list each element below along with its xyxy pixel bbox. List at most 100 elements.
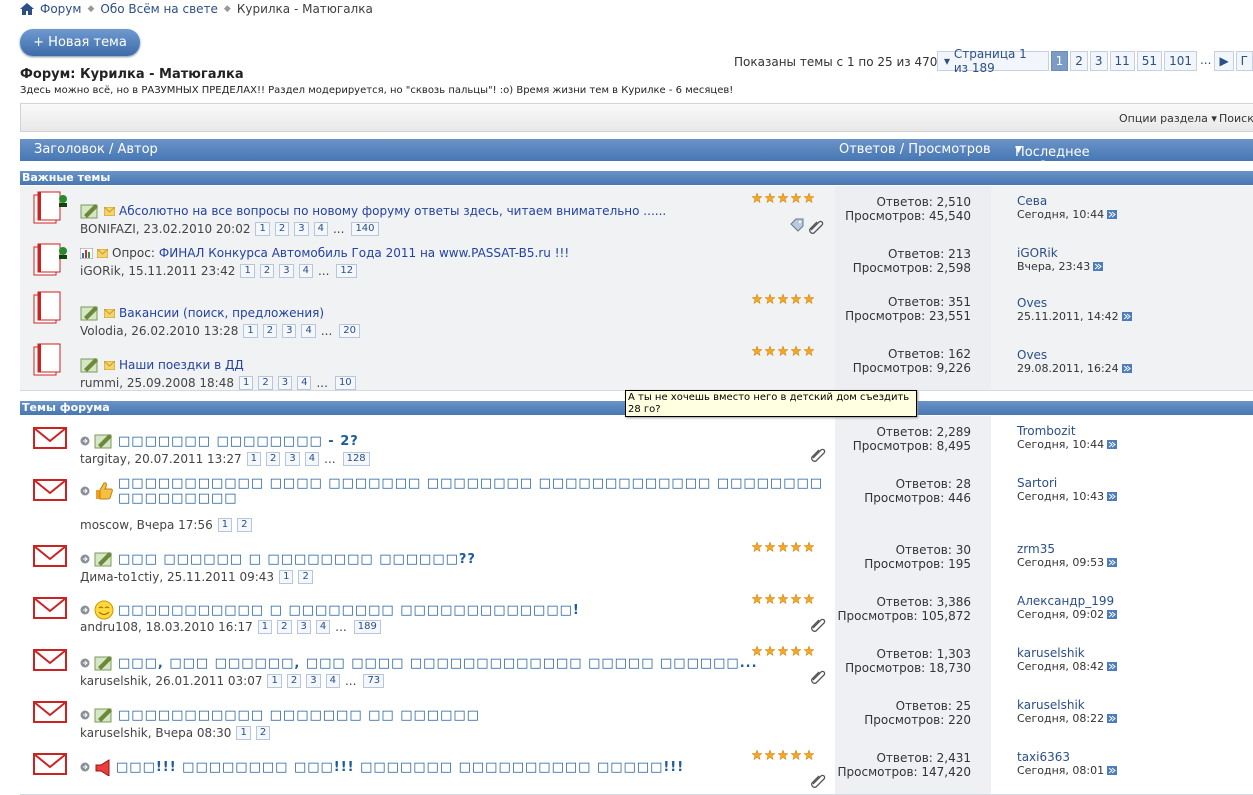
thread-page-link[interactable]: 2 [258, 376, 273, 390]
last-post-user[interactable]: Sartori [1017, 476, 1117, 490]
thread-page-link[interactable]: 4 [315, 620, 331, 634]
thread-title-link[interactable]: □□□□□□□□□□□ □ □□□□□□□□ □□□□□□□□□□□□□! [118, 603, 580, 618]
thread-title-link[interactable]: □□□!!! □□□□□□□□ □□□!!! □□□□□□□ □□□□□□□□□… [116, 760, 684, 775]
go-to-last-post-icon[interactable] [1107, 610, 1118, 619]
thread-title-link[interactable]: Абсолютно на все вопросы по новому форум… [119, 204, 666, 218]
col-title-author[interactable]: Заголовок / Автор [34, 142, 158, 157]
thread-title-link[interactable]: □□□□□□□□□□□ □□□□ □□□□□□□ □□□□□□□□ □□□□□□… [118, 476, 823, 491]
thread-title-link[interactable]: Наши поездки в ДД [119, 358, 244, 372]
thread-page-link[interactable]: 4 [313, 222, 328, 236]
last-post-user[interactable]: Сева [1017, 194, 1117, 208]
go-to-last-post-icon[interactable] [1121, 364, 1132, 373]
go-to-first-unread-icon[interactable] [80, 554, 90, 564]
go-to-first-unread-icon[interactable] [80, 486, 90, 496]
go-to-first-unread-icon[interactable] [80, 605, 90, 615]
thread-page-link[interactable]: 189 [353, 620, 381, 634]
thread-title-link[interactable]: □□□, □□□ □□□□□□, □□□ □□□□ □□□□□□□□□□□□□ … [118, 656, 758, 671]
page-link[interactable]: 11 [1109, 51, 1135, 71]
last-post-user[interactable]: zrm35 [1017, 542, 1117, 556]
go-to-last-post-icon[interactable] [1107, 714, 1118, 723]
last-post-user[interactable]: karuselshik [1017, 646, 1117, 660]
last-post: Trombozit Сегодня, 10:44 [1017, 424, 1118, 451]
thread-page-link[interactable]: 2 [266, 452, 281, 466]
last-post-user[interactable]: karuselshik [1017, 698, 1117, 712]
thread-page-link[interactable]: 1 [240, 264, 255, 278]
go-to-first-unread-icon[interactable] [80, 710, 90, 720]
thread-page-link[interactable]: 1 [246, 452, 261, 466]
new-thread-button[interactable]: + Новая тема [20, 29, 140, 56]
thread-page-link[interactable]: 2 [259, 264, 275, 278]
breadcrumb-category-link[interactable]: Обо Всём на свете [100, 2, 218, 16]
page-dropdown[interactable]: ▾ Страница 1 из 189 [937, 47, 1049, 75]
page-link[interactable]: 3 [1089, 51, 1108, 71]
thread-title-link-continued[interactable]: □□□□□□□□□ [118, 491, 238, 506]
thread-page-link[interactable]: 3 [306, 674, 321, 688]
go-to-last-post-icon[interactable] [1121, 312, 1132, 321]
page-link[interactable]: 51 [1136, 51, 1163, 71]
col-replies-views[interactable]: Ответов / Просмотров [839, 142, 991, 157]
go-to-last-post-icon[interactable] [1107, 210, 1118, 219]
thread-page-link[interactable]: 1 [267, 674, 282, 688]
thread-title-link[interactable]: Вакансии (поиск, предложения) [119, 306, 324, 320]
last-post-user[interactable]: Александр_199 [1017, 594, 1117, 608]
thread-page-link[interactable]: 4 [297, 376, 312, 390]
thread-page-link[interactable]: 2 [298, 570, 313, 584]
thread-page-link[interactable]: 4 [325, 674, 340, 688]
thread-page-link[interactable]: 4 [298, 264, 313, 278]
go-to-last-post-icon[interactable] [1093, 262, 1104, 271]
thread-title-link[interactable]: □□□□□□□□□□□ □□□□□□□ □□ □□□□□□ [118, 708, 480, 723]
go-to-first-unread-icon[interactable] [80, 762, 90, 772]
breadcrumb-forum-link[interactable]: Форум [40, 2, 81, 16]
thread-page-link[interactable]: 3 [282, 324, 297, 338]
page-link-current[interactable]: 1 [1050, 51, 1069, 71]
go-to-first-unread-icon[interactable] [80, 658, 90, 668]
go-to-last-post-icon[interactable] [1107, 492, 1118, 501]
go-to-last-post-icon[interactable] [1107, 558, 1118, 567]
last-post-user[interactable]: Oves [1017, 296, 1132, 310]
thread-page-link[interactable]: 2 [277, 620, 292, 634]
thread-page-link[interactable]: 2 [255, 726, 271, 740]
go-to-last-post-icon[interactable] [1107, 440, 1118, 449]
page-link[interactable]: 101 [1164, 51, 1197, 71]
thread-page-link[interactable]: 1 [238, 376, 254, 390]
thread-page-link[interactable]: 2 [274, 222, 290, 236]
thread-title-link[interactable]: □□□ □□□□□□ □ □□□□□□□□ □□□□□□?? [118, 552, 476, 567]
last-post-user[interactable]: Trombozit [1017, 424, 1117, 438]
thread-page-link[interactable]: 2 [286, 674, 302, 688]
search-menu[interactable]: Поиск [1219, 112, 1253, 125]
go-to-last-post-icon[interactable] [1107, 766, 1118, 775]
thread-page-link[interactable]: 3 [285, 452, 300, 466]
thread-title-link[interactable]: □□□□□□□ □□□□□□□□ - 2? [118, 434, 359, 449]
thread-page-link[interactable]: 3 [294, 222, 309, 236]
last-post-user[interactable]: Oves [1017, 348, 1132, 362]
page-link[interactable]: 2 [1070, 51, 1088, 71]
thread-page-link[interactable]: 20 [339, 324, 361, 338]
thread-page-link[interactable]: 3 [279, 264, 294, 278]
thread-page-link[interactable]: 3 [277, 376, 293, 390]
home-icon[interactable] [20, 3, 34, 15]
last-page-button[interactable]: Г [1235, 51, 1253, 71]
thread-page-link[interactable]: 1 [243, 324, 258, 338]
last-post-user[interactable]: taxi6363 [1017, 750, 1117, 764]
go-to-first-unread-icon[interactable] [80, 436, 90, 446]
last-post-user[interactable]: iGORik [1017, 246, 1103, 260]
thread-page-link[interactable]: 12 [336, 264, 358, 278]
thread-page-link[interactable]: 1 [257, 620, 273, 634]
thread-page-link[interactable]: 1 [255, 222, 270, 236]
thread-page-link[interactable]: 3 [296, 620, 311, 634]
thread-page-link[interactable]: 128 [342, 452, 370, 466]
thread-page-link[interactable]: 10 [334, 376, 356, 390]
thread-page-link[interactable]: 4 [301, 324, 316, 338]
thread-page-link[interactable]: 2 [262, 324, 278, 338]
thread-page-link[interactable]: 2 [237, 518, 252, 532]
thread-title-link[interactable]: ФИНАЛ Конкурса Автомобиль Года 2011 на w… [159, 246, 569, 260]
thread-page-link[interactable]: 73 [363, 674, 385, 688]
thread-page-link[interactable]: 4 [304, 452, 320, 466]
thread-page-link[interactable]: 140 [351, 222, 379, 236]
thread-page-link[interactable]: 1 [236, 726, 251, 740]
go-to-last-post-icon[interactable] [1107, 662, 1118, 671]
section-options-menu[interactable]: Опции раздела ▾ [1119, 112, 1217, 125]
thread-page-link[interactable]: 1 [279, 570, 294, 584]
thread-page-link[interactable]: 1 [217, 518, 233, 532]
next-page-button[interactable]: ▶ [1214, 51, 1234, 71]
